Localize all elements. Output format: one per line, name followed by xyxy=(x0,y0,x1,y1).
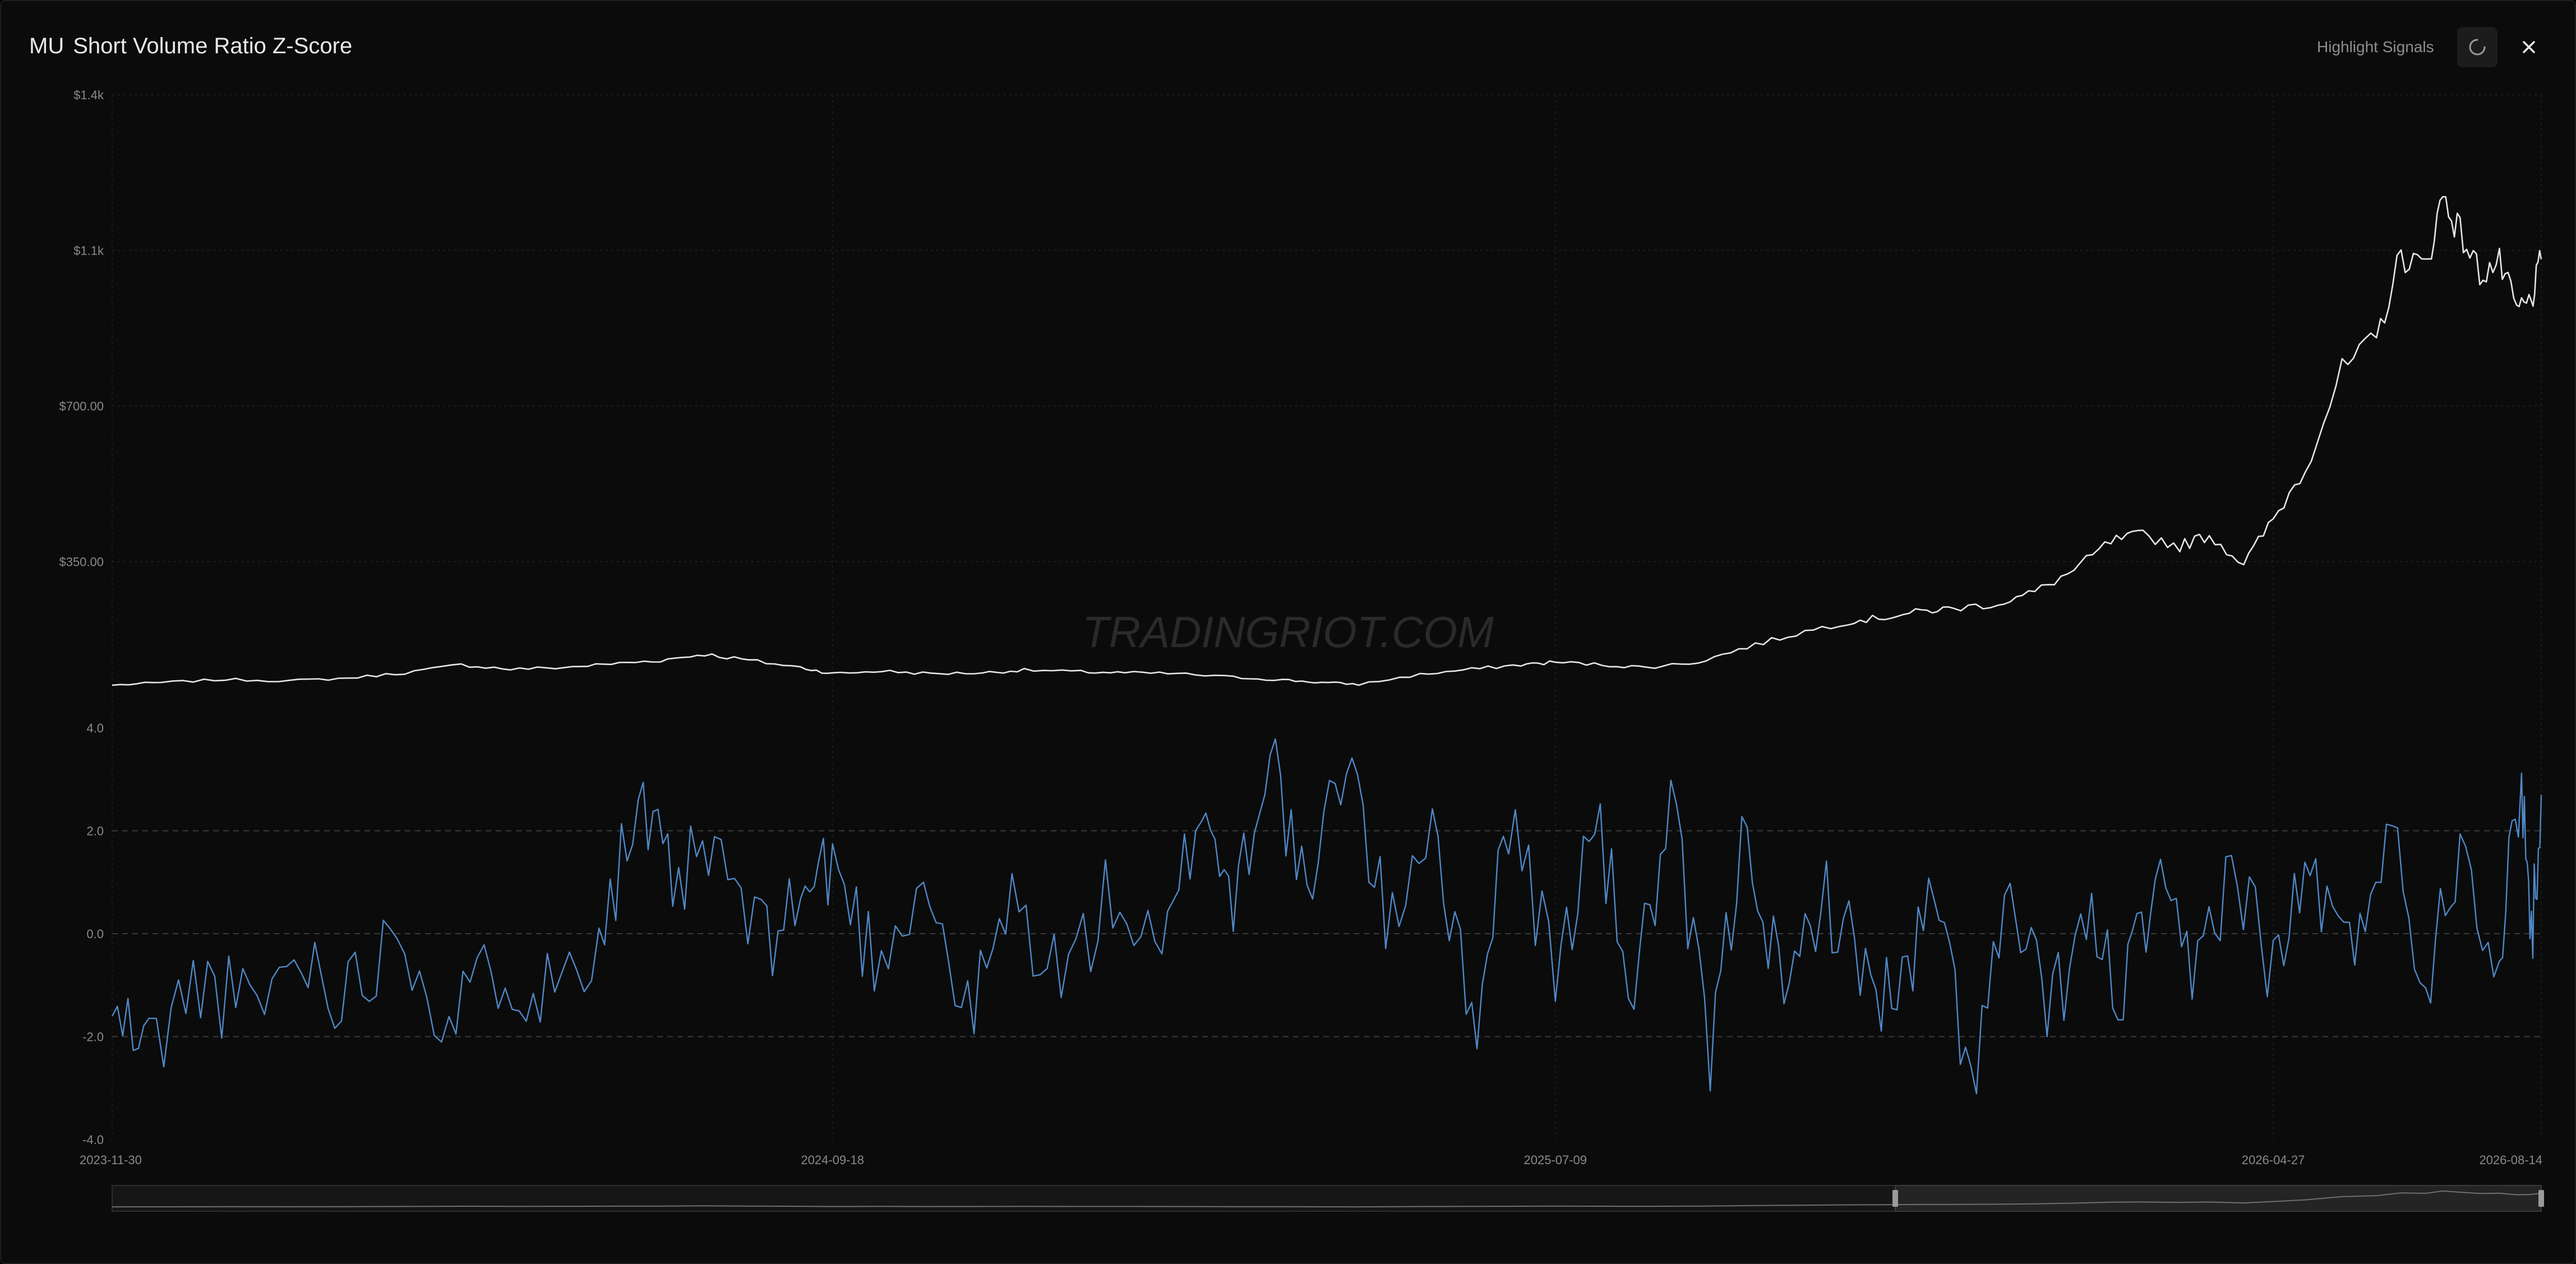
zscore-series-line xyxy=(111,738,2542,1095)
zscore-tick-label: 4.0 xyxy=(86,721,104,735)
zscore-tick-label: 2.0 xyxy=(86,824,104,838)
price-tick-label: $350.00 xyxy=(59,555,104,569)
zscore-tick-label: 0.0 xyxy=(86,927,104,941)
range-navigator-selection xyxy=(1895,1185,2542,1212)
range-navigator-handle[interactable] xyxy=(2538,1190,2544,1207)
x-tick-label: 2026-08-14 xyxy=(2479,1153,2542,1167)
zscore-tick-label: -2.0 xyxy=(82,1030,104,1044)
chart-canvas: TRADINGRIOT.COM $1.4k $1.1k $700.00 $350.00… xyxy=(59,88,2544,1212)
watermark: TRADINGRIOT.COM xyxy=(1082,607,1494,657)
x-tick-label: 2023-11-30 xyxy=(80,1153,142,1167)
zscore-tick-label: -4.0 xyxy=(82,1133,104,1147)
chart-window: MU Short Volume Ratio Z-Score Highlight S… xyxy=(0,0,2576,1264)
x-tick-label: 2025-07-09 xyxy=(1524,1153,1587,1167)
range-navigator-handle[interactable] xyxy=(1892,1190,1898,1207)
price-tick-label: $700.00 xyxy=(59,399,104,413)
x-tick-label: 2026-04-27 xyxy=(2242,1153,2305,1167)
price-tick-label: $1.1k xyxy=(73,244,104,258)
x-tick-label: 2024-09-18 xyxy=(801,1153,864,1167)
price-tick-label: $1.4k xyxy=(73,88,104,102)
